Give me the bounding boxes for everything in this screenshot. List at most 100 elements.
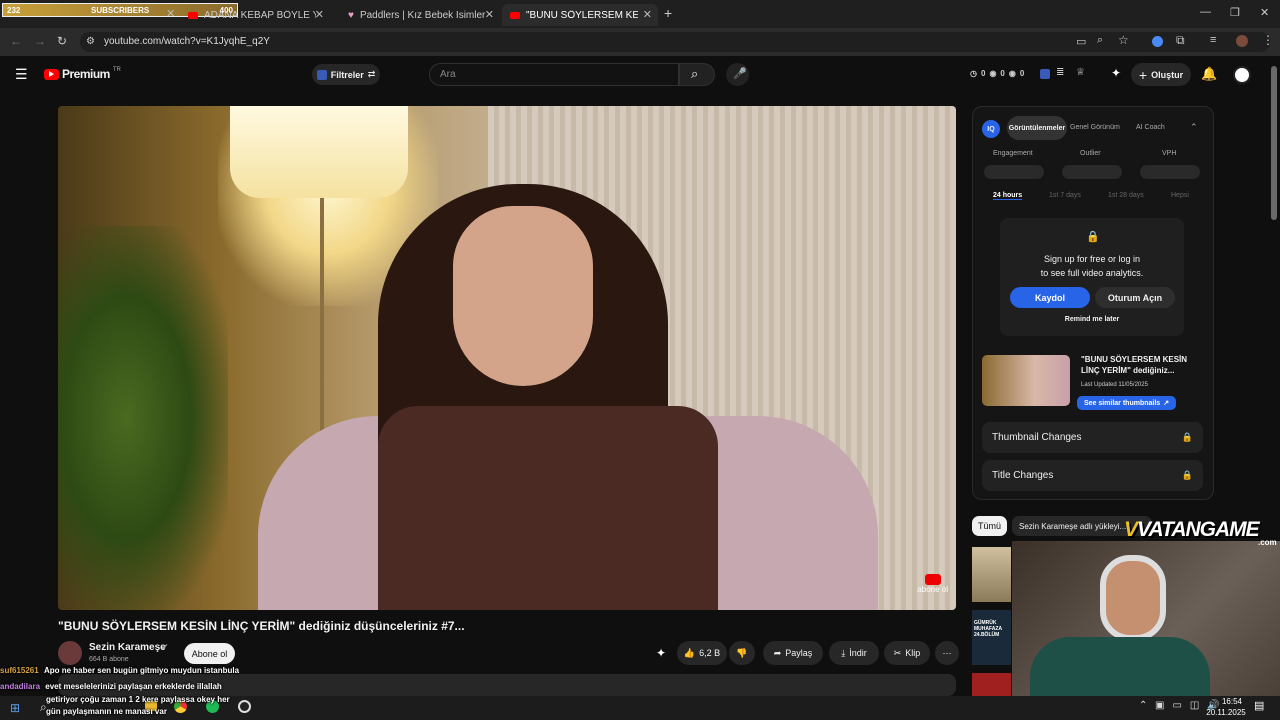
remind-later-link[interactable]: Remind me later [1000,316,1184,323]
lock-icon: 🔒 [1181,432,1193,442]
person-top [378,406,718,610]
thumbnail-changes-row[interactable]: Thumbnail Changes 🔒 [982,422,1203,453]
tray-chevron-icon[interactable]: ⌃ [1139,700,1147,711]
zoom-icon[interactable]: ⌕ [1097,34,1103,47]
range-28-days[interactable]: 1st 28 days [1108,192,1144,199]
range-all[interactable]: Hepsi [1171,192,1189,199]
browser-menu-icon[interactable]: ⋮ [1262,33,1274,47]
sparkle-icon[interactable]: ✦ [1111,66,1121,80]
back-icon[interactable]: ← [10,34,22,48]
reload-icon[interactable]: ↻ [57,34,67,48]
lamp-shade [230,106,408,198]
panel-tab-ai-coach[interactable]: AI Coach [1136,124,1165,131]
share-button[interactable]: ➦ Paylaş [763,641,823,665]
tab-current-video[interactable]: "BUNU SÖYLERSEM KESİN LİNÇ ✕ [502,4,658,26]
notifications-bell-icon[interactable]: 🔔 [1201,66,1217,82]
search-button[interactable]: ⌕ [679,63,715,86]
tab-paddlers[interactable]: ♥ Paddlers | Kız Bebek İsimleri: A ✕ [340,4,500,26]
brand-name: Premium [62,67,110,81]
close-tab-icon[interactable]: ✕ [166,7,175,20]
close-tab-icon[interactable]: ✕ [485,8,494,21]
lock-icon: 🔒 [1181,470,1193,480]
login-button[interactable]: Oturum Açın [1095,287,1175,308]
more-actions-button[interactable]: ⋯ [935,641,959,665]
notification-center-icon[interactable]: ▤ [1254,699,1264,712]
search-input[interactable]: Ara [429,63,679,86]
filters-button[interactable]: Filtreler ⇄ [312,64,380,85]
bookmark-star-icon[interactable]: ☆ [1118,33,1129,47]
streamer-body [1030,637,1210,696]
overlay-count: 232 [7,6,21,15]
collapse-chevron-icon[interactable]: ⌃ [1190,122,1198,133]
cast-icon[interactable]: ▭ [1076,35,1086,48]
signup-label: Kaydol [1034,292,1065,303]
puzzle-icon[interactable]: ⧉ [1176,33,1185,48]
close-window-icon[interactable]: ✕ [1260,6,1269,19]
forward-icon[interactable]: → [34,34,46,48]
extension-icon[interactable] [1152,36,1163,47]
chip-all[interactable]: Tümü [972,516,1007,536]
dislike-button[interactable]: 👎 [729,641,755,665]
site-info-icon[interactable]: ⚙ [86,36,95,47]
chat-text: Apo ne haber sen bugün gitmiyo muydun is… [43,666,240,675]
webcam-overlay [1012,541,1280,696]
chat-message: getiriyor çoğu zaman 1 2 kere paylassa o… [46,695,230,704]
similar-thumbnails-button[interactable]: See similar thumbnails ↗ [1077,396,1176,410]
related-thumbnail[interactable] [972,547,1011,602]
new-tab-icon[interactable]: + [664,5,672,21]
obs-icon[interactable] [238,700,251,713]
voice-search-button[interactable]: 🎤 [726,63,749,86]
related-thumbnail[interactable]: GÜMRÜK MUHAFAZA 24.BÖLÜM [972,610,1011,665]
clock-time[interactable]: 16:54 [1214,697,1250,706]
channel-avatar[interactable] [58,641,82,665]
row-label: Title Changes [992,470,1054,481]
range-7-days[interactable]: 1st 7 days [1049,192,1081,199]
ext-counters: ◷ 0 ◉ 0 ◉ 0 [970,69,1024,78]
profile-avatar[interactable] [1236,35,1248,47]
related-thumbnail[interactable] [972,673,1011,696]
start-icon[interactable]: ⊞ [10,701,20,715]
login-label: Oturum Açın [1107,292,1163,303]
trophy-icon[interactable]: ♕ [1076,67,1085,78]
url-field[interactable]: youtube.com/watch?v=K1JyqhE_q2Y [80,32,1270,52]
title-changes-row[interactable]: Title Changes 🔒 [982,460,1203,491]
video-player[interactable]: abone ol [58,106,956,610]
download-button[interactable]: ⤓ İndir [829,641,879,665]
share-label: Paylaş [785,648,813,658]
chat-message: gün paylaşmanın ne manası var [46,707,167,716]
clip-label: Klip [905,648,921,658]
restore-icon[interactable]: ❐ [1230,6,1240,19]
tab-label: Görüntülenmeler [1008,124,1066,132]
channel-name[interactable]: Sezin Karameşe [89,642,166,653]
external-link-icon: ↗ [1163,400,1170,407]
close-tab-icon[interactable]: ✕ [315,8,324,21]
thumbnail-preview[interactable] [982,355,1070,406]
page-scrollbar[interactable] [1271,66,1277,220]
range-24-hours[interactable]: 24 hours [993,192,1023,200]
search-icon: ⌕ [691,66,699,81]
signup-button[interactable]: Kaydol [1010,287,1090,308]
sparkle-icon[interactable]: ✦ [656,646,666,660]
create-button[interactable]: + Oluştur [1131,63,1191,86]
clock-date[interactable]: 20.11.2025 [1202,708,1250,717]
stream-brand: VATANGAME [1137,518,1260,541]
minimize-icon[interactable]: — [1200,6,1211,18]
panel-tab-overview[interactable]: Genel Görünüm [1070,124,1120,131]
like-button[interactable]: 👍 6,2 B [677,641,727,665]
plus-icon: + [1138,66,1148,83]
tab-adana-kebap[interactable]: ADANA KEBAP BÖYLE YAPILIR ( ✕ [180,4,330,26]
ext-logo-icon[interactable] [1040,69,1050,79]
youtube-logo[interactable]: Premium TR [44,67,121,81]
list-icon[interactable]: ≣ [1056,67,1064,78]
panel-tab-views[interactable]: Görüntülenmeler [1007,116,1067,140]
scissors-icon: ✂ [893,647,902,658]
reading-list-icon[interactable]: ≡ [1210,34,1216,46]
lock-icon: 🔒 [1086,231,1100,243]
clip-button[interactable]: ✂ Klip [884,641,930,665]
eye-icon: ◉ [1008,69,1016,78]
close-tab-icon[interactable]: ✕ [643,8,652,21]
subscribe-button[interactable]: Abone ol [184,643,235,664]
account-avatar[interactable] [1233,66,1251,84]
clock-icon: ◷ [970,69,977,78]
hamburger-menu-icon[interactable]: ☰ [15,66,28,83]
